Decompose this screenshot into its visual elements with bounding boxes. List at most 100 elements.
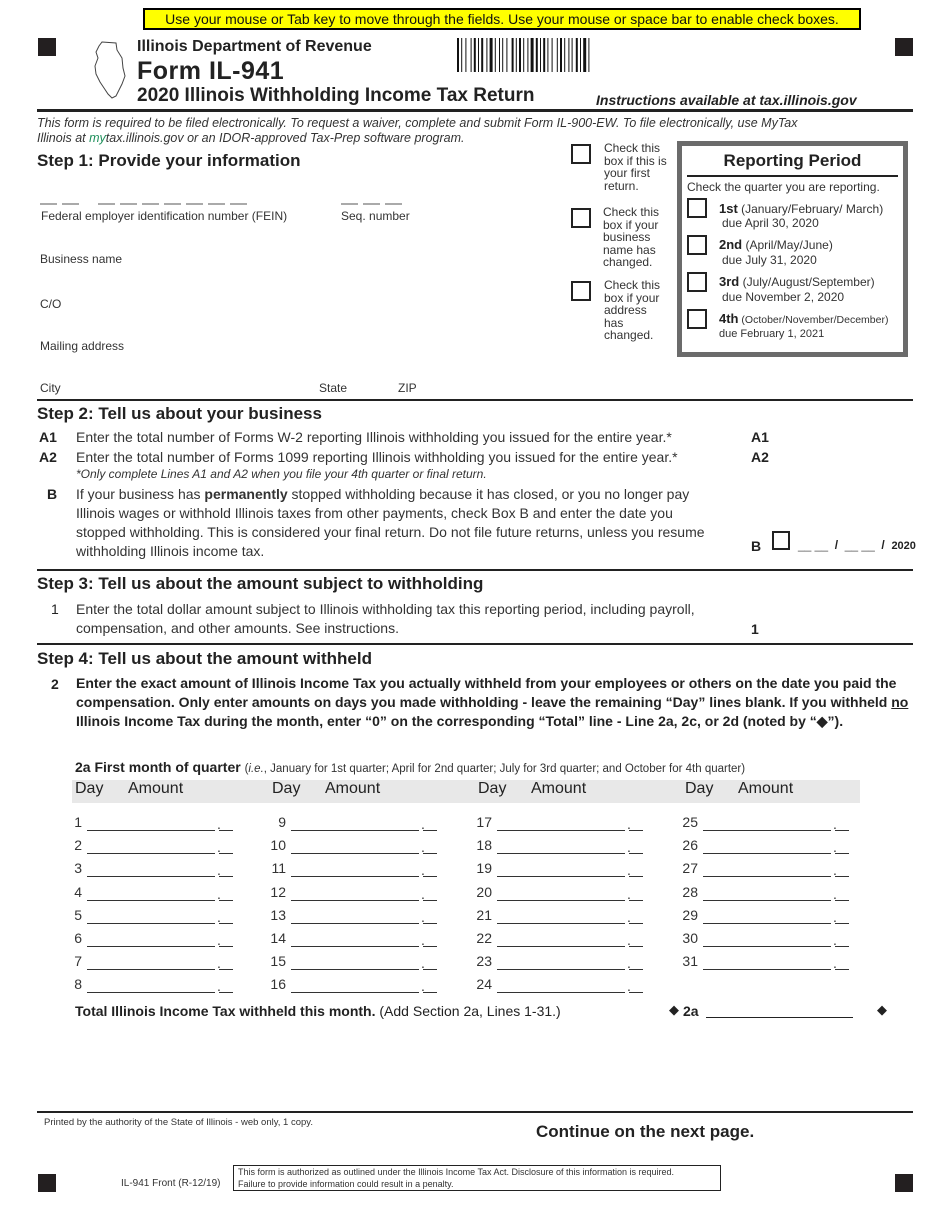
city-input[interactable] <box>40 363 300 379</box>
day-amount-input[interactable]: . <box>703 930 849 948</box>
day-amount-input[interactable]: . <box>87 907 233 925</box>
day-number: 6 <box>74 930 82 946</box>
address-changed-checkbox[interactable] <box>571 281 591 301</box>
day-amount-input[interactable]: . <box>291 814 437 832</box>
registration-mark-top-left <box>38 38 56 56</box>
business-name-changed-checkbox[interactable] <box>571 208 591 228</box>
stop-date-input[interactable]: __ __ / __ __ / 2020 <box>798 538 916 552</box>
day-amount-input[interactable]: . <box>497 837 643 855</box>
first-return-checkbox[interactable] <box>571 144 591 164</box>
footer-divider <box>37 1111 913 1113</box>
line-a2-input[interactable] <box>776 448 913 464</box>
barcode-bar <box>470 38 472 72</box>
quarter-4-due: due February 1, 2021 <box>719 328 825 340</box>
line-a1-input[interactable] <box>776 428 913 444</box>
day-amount-input[interactable]: . <box>87 953 233 971</box>
first-return-label: Check this box if this is your first ret… <box>604 141 667 193</box>
quarter-4-checkbox[interactable] <box>687 309 707 329</box>
state-input[interactable] <box>320 363 382 379</box>
day-amount-input[interactable]: . <box>291 953 437 971</box>
day-row: 18. <box>474 837 644 857</box>
line-b-text: If your business has permanently stopped… <box>76 486 705 559</box>
col-amount-1: Amount <box>128 780 184 797</box>
day-row: 1. <box>72 814 242 834</box>
day-amount-input[interactable]: . <box>703 860 849 878</box>
day-amount-input[interactable]: . <box>703 907 849 925</box>
day-amount-input[interactable]: . <box>703 814 849 832</box>
business-name-label: Business name <box>40 252 123 266</box>
mailing-address-input[interactable] <box>40 320 559 336</box>
fein-input[interactable] <box>40 193 330 205</box>
day-amount-input[interactable]: . <box>497 884 643 902</box>
quarter-3-checkbox[interactable] <box>687 272 707 292</box>
quarter-1-checkbox[interactable] <box>687 198 707 218</box>
day-amount-input[interactable]: . <box>291 907 437 925</box>
day-amount-input[interactable]: . <box>497 930 643 948</box>
day-amount-input[interactable]: . <box>291 976 437 994</box>
barcode-bar <box>535 38 538 72</box>
day-number: 18 <box>476 837 492 854</box>
barcode-bar <box>568 38 570 72</box>
day-amount-input[interactable]: . <box>87 814 233 832</box>
line-2a-label: 2a <box>683 1003 699 1019</box>
quarter-2-checkbox[interactable] <box>687 235 707 255</box>
day-amount-input[interactable]: . <box>87 837 233 855</box>
co-label: C/O <box>40 297 62 311</box>
day-amount-input[interactable]: . <box>87 976 233 994</box>
seq-number-label: Seq. number <box>341 209 410 223</box>
day-amount-input[interactable]: . <box>291 884 437 902</box>
barcode-bar <box>560 38 562 72</box>
barcode-bar <box>547 38 549 72</box>
day-number: 29 <box>682 906 698 923</box>
reporting-period-box: Reporting Period Check the quarter you a… <box>677 141 908 357</box>
day-amount-input[interactable]: . <box>497 814 643 832</box>
day-amount-input[interactable]: . <box>703 884 849 902</box>
registration-mark-bottom-left <box>38 1174 56 1192</box>
day-amount-input[interactable]: . <box>497 860 643 878</box>
day-amount-input[interactable]: . <box>497 976 643 994</box>
day-amount-input[interactable]: . <box>703 953 849 971</box>
day-amount-input[interactable]: . <box>291 860 437 878</box>
day-number: 22 <box>476 930 492 946</box>
line-a2-text: Enter the total number of Forms 1099 rep… <box>76 449 678 465</box>
day-number: 10 <box>270 837 286 854</box>
zip-input[interactable] <box>398 363 559 379</box>
day-number: 20 <box>476 883 492 900</box>
day-amount-input[interactable]: . <box>497 953 643 971</box>
day-row: 13. <box>268 907 438 927</box>
co-input[interactable] <box>40 278 559 294</box>
barcode-bar <box>551 38 553 72</box>
day-number: 24 <box>476 976 492 993</box>
mytax-link[interactable]: my <box>89 131 106 145</box>
line-2a-total-input[interactable] <box>706 1002 853 1018</box>
day-amount-input[interactable]: . <box>87 884 233 902</box>
day-amount-input[interactable]: . <box>291 837 437 855</box>
day-row: 29. <box>680 907 850 927</box>
barcode-bar <box>588 38 590 72</box>
day-row: 23. <box>474 953 644 973</box>
diamond-icon: ◆ <box>877 1002 887 1017</box>
barcode-bar <box>465 38 467 72</box>
day-number: 17 <box>476 814 492 830</box>
seq-number-input[interactable] <box>341 193 431 205</box>
day-amount-input[interactable]: . <box>703 837 849 855</box>
day-row: 9. <box>268 814 438 834</box>
line-1-input[interactable] <box>764 619 911 635</box>
day-amount-input[interactable]: . <box>87 860 233 878</box>
reporting-period-subtitle: Check the quarter you are reporting. <box>687 180 880 194</box>
instruction-banner: Use your mouse or Tab key to move throug… <box>143 8 861 30</box>
col-amount-4: Amount <box>738 780 794 797</box>
day-row: 24. <box>474 976 644 996</box>
cents-separator <box>831 968 835 971</box>
registration-mark-bottom-right <box>895 1174 913 1192</box>
cents-separator <box>215 898 219 901</box>
day-number: 14 <box>270 930 286 946</box>
day-amount-input[interactable]: . <box>497 907 643 925</box>
day-amount-input[interactable]: . <box>291 930 437 948</box>
cents-separator <box>215 968 219 971</box>
day-amount-input[interactable]: . <box>87 930 233 948</box>
box-b-checkbox[interactable] <box>772 531 790 550</box>
business-name-input[interactable] <box>40 233 559 249</box>
quarter-2-label: 2nd (April/May/June) <box>719 237 833 252</box>
day-number: 19 <box>476 860 492 877</box>
